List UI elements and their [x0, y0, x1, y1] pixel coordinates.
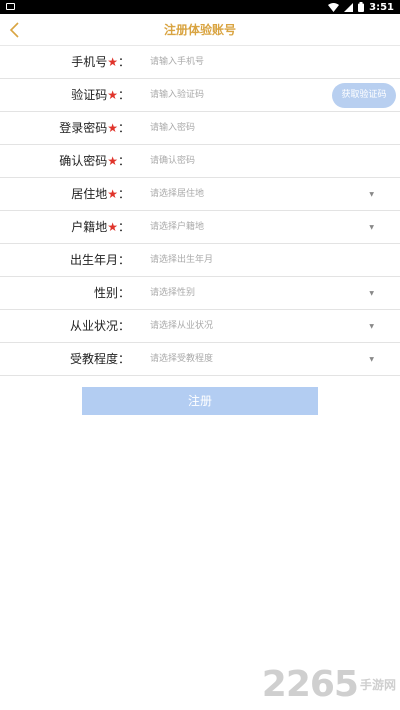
- residence-select[interactable]: 请选择居住地: [150, 178, 380, 211]
- code-row: 验证码★： 获取验证码: [0, 79, 400, 112]
- get-code-button[interactable]: 获取验证码: [332, 83, 396, 108]
- required-mark: ★: [107, 88, 118, 102]
- phone-input[interactable]: [150, 46, 330, 78]
- birth-select[interactable]: 请选择出生年月: [150, 244, 380, 277]
- dropdown-arrow-icon: ▼: [369, 290, 374, 297]
- password-label: 登录密码★：: [59, 121, 130, 135]
- required-mark: ★: [107, 154, 118, 168]
- status-right: 3:51: [328, 0, 394, 14]
- gender-row: 性别： 请选择性别 ▼: [0, 277, 400, 310]
- status-bar: 3:51: [0, 0, 400, 14]
- education-label: 受教程度：: [69, 352, 130, 366]
- battery-icon: [358, 2, 365, 12]
- code-input[interactable]: [150, 79, 330, 111]
- clock: 3:51: [369, 1, 394, 13]
- required-mark: ★: [107, 121, 118, 135]
- page-title: 注册体验账号: [163, 23, 236, 37]
- password-input[interactable]: [150, 112, 330, 144]
- confirm-password-input[interactable]: [150, 145, 330, 177]
- watermark-text: 手游网: [359, 677, 396, 692]
- birth-label: 出生年月：: [69, 253, 130, 267]
- watermark-number: 2265: [261, 663, 359, 705]
- gender-label: 性别：: [93, 286, 130, 300]
- required-mark: ★: [107, 187, 118, 201]
- birth-row: 出生年月： 请选择出生年月: [0, 244, 400, 277]
- code-label: 验证码★：: [71, 88, 130, 102]
- required-mark: ★: [107, 55, 118, 69]
- employment-select[interactable]: 请选择从业状况: [150, 310, 380, 343]
- phone-row: 手机号★：: [0, 46, 400, 79]
- app-header: 注册体验账号: [0, 14, 400, 46]
- education-row: 受教程度： 请选择受教程度 ▼: [0, 343, 400, 376]
- gender-select[interactable]: 请选择性别: [150, 277, 380, 310]
- phone-label: 手机号★：: [71, 55, 130, 69]
- confirm-row: 确认密码★：: [0, 145, 400, 178]
- password-row: 登录密码★：: [0, 112, 400, 145]
- hukou-label: 户籍地★：: [71, 220, 130, 234]
- residence-label: 居住地★：: [71, 187, 130, 201]
- confirm-label: 确认密码★：: [59, 154, 130, 168]
- hukou-select[interactable]: 请选择户籍地: [150, 211, 380, 244]
- employment-row: 从业状况： 请选择从业状况 ▼: [0, 310, 400, 343]
- residence-row: 居住地★： 请选择居住地 ▼: [0, 178, 400, 211]
- dropdown-arrow-icon: ▼: [369, 323, 374, 330]
- watermark-logo: 2265 手游网: [261, 663, 396, 705]
- dropdown-arrow-icon: ▼: [369, 224, 374, 231]
- required-mark: ★: [107, 220, 118, 234]
- employment-label: 从业状况：: [69, 319, 130, 333]
- register-form: 手机号★： 验证码★： 获取验证码 登录密码★： 确认密码★： 居住地★： 请选…: [0, 46, 400, 376]
- education-select[interactable]: 请选择受教程度: [150, 343, 380, 376]
- dropdown-arrow-icon: ▼: [369, 191, 374, 198]
- dropdown-arrow-icon: ▼: [369, 356, 374, 363]
- wifi-icon: [328, 2, 340, 12]
- signal-icon: [344, 2, 354, 12]
- notification-icon: [6, 3, 15, 10]
- register-button[interactable]: 注册: [82, 387, 318, 415]
- hukou-row: 户籍地★： 请选择户籍地 ▼: [0, 211, 400, 244]
